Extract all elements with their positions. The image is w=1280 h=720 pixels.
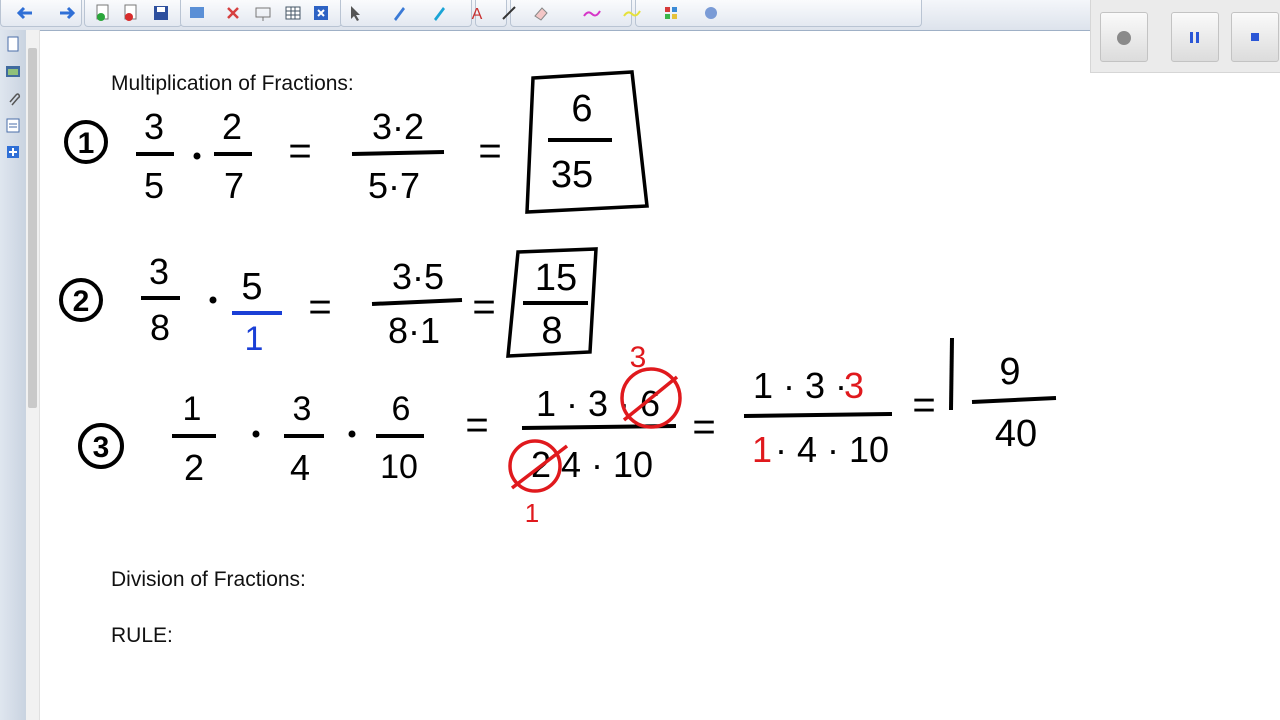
answer-mark bbox=[949, 337, 954, 411]
problem-3: 3 1 2 3 4 6 10 = 1 · 3 · 6 2 4 · 10 3 1 … bbox=[78, 337, 1057, 528]
term-numerator: 2 bbox=[222, 106, 242, 147]
equals-sign: = bbox=[308, 285, 331, 329]
term-numerator: 5 bbox=[241, 266, 262, 308]
equals-sign: = bbox=[288, 129, 311, 173]
term-numerator: 3 bbox=[144, 106, 164, 147]
simplified-denominator-red: 1 bbox=[752, 429, 772, 470]
expanded-denominator: 2 4 · 10 bbox=[531, 444, 653, 485]
answer-denominator: 35 bbox=[551, 154, 593, 196]
problem-1: 1 3 5 2 7 = 3·2 5·7 = 6 35 bbox=[64, 70, 649, 214]
simplified-numerator-red: 3 bbox=[844, 365, 864, 406]
term-denominator: 4 bbox=[290, 447, 310, 488]
term-denominator: 2 bbox=[184, 447, 204, 488]
answer-numerator: 9 bbox=[999, 351, 1020, 393]
expanded-denominator: 8·1 bbox=[388, 310, 440, 351]
multiply-dot bbox=[209, 296, 217, 304]
equals-sign: = bbox=[478, 129, 501, 173]
simplified-denominator: · 4 · 10 bbox=[775, 429, 889, 470]
answer-denominator: 8 bbox=[541, 310, 562, 352]
answer-numerator: 15 bbox=[535, 257, 577, 299]
problem-label: 2 bbox=[73, 285, 90, 318]
simplified-numerator: 1 · 3 · bbox=[753, 365, 847, 406]
term-denominator: 5 bbox=[144, 165, 164, 206]
cancel-replacement: 3 bbox=[630, 341, 647, 374]
term-numerator: 6 bbox=[392, 390, 411, 428]
term-numerator: 3 bbox=[293, 390, 312, 428]
equals-sign: = bbox=[692, 405, 715, 449]
answer-denominator: 40 bbox=[995, 413, 1037, 455]
expanded-denominator: 5·7 bbox=[368, 165, 420, 206]
term-denominator: 1 bbox=[245, 320, 264, 358]
handwritten-ink-layer: 1 3 5 2 7 = 3·2 5·7 = 6 35 2 3 8 5 1 = 3… bbox=[59, 70, 1057, 528]
cancel-replacement: 1 bbox=[525, 498, 539, 528]
term-numerator: 1 bbox=[183, 390, 202, 428]
problem-label: 3 bbox=[93, 431, 110, 464]
fraction-bar bbox=[743, 412, 893, 418]
expanded-numerator: 3·5 bbox=[392, 256, 444, 297]
fraction-bar bbox=[371, 298, 463, 306]
term-denominator: 7 bbox=[224, 165, 244, 206]
fraction-bar bbox=[971, 396, 1057, 404]
equals-sign: = bbox=[465, 403, 488, 447]
answer-numerator: 6 bbox=[571, 88, 592, 130]
problem-2: 2 3 8 5 1 = 3·5 8·1 = 15 8 bbox=[59, 247, 598, 358]
expanded-numerator: 3·2 bbox=[372, 106, 424, 147]
equals-sign: = bbox=[472, 285, 495, 329]
multiply-dot bbox=[348, 430, 356, 438]
multiply-dot bbox=[252, 430, 260, 438]
equals-sign: = bbox=[912, 383, 935, 427]
expanded-numerator: 1 · 3 · 6 bbox=[536, 383, 660, 424]
fraction-bar bbox=[351, 150, 445, 156]
problem-label: 1 bbox=[78, 127, 95, 160]
term-numerator: 3 bbox=[149, 251, 169, 292]
term-denominator: 8 bbox=[150, 307, 170, 348]
multiply-dot bbox=[193, 152, 201, 160]
term-denominator: 10 bbox=[380, 448, 418, 486]
